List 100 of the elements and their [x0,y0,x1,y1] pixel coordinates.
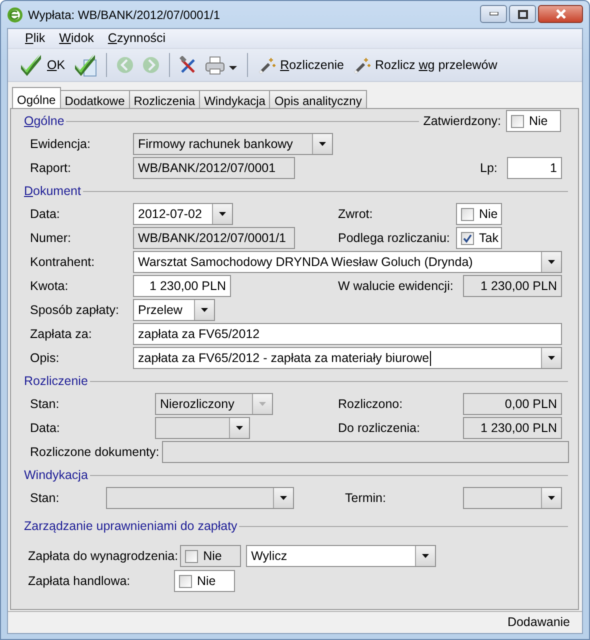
dropdown-field[interactable] [106,487,294,509]
field-label: Rozliczono: [338,396,404,413]
window-title: Wypłata: WB/BANK/2012/07/0001/1 [28,6,220,24]
dropdown-arrow-button[interactable] [541,252,561,272]
caret-icon [318,141,327,147]
field-label: Lp: [480,160,498,177]
caret-icon [218,211,227,217]
dropdown-arrow-button[interactable] [541,348,561,368]
checkbox-label: Nie [203,548,222,565]
field-label: Stan: [30,396,60,413]
caret-icon [279,495,288,501]
text-field[interactable]: WB/BANK/2012/07/0001/1 [133,227,295,249]
dropdown-field[interactable] [155,417,250,439]
field-label: Zwrot: [338,206,374,223]
status-text: Dodawanie [507,614,570,632]
field-label: Zapłata za: [30,326,93,343]
tab[interactable]: Dodatkowe [60,90,130,108]
yes-no-field[interactable]: Nie [174,570,235,592]
text-field[interactable] [162,441,570,463]
dropdown-field[interactable] [463,487,562,509]
text-field[interactable]: 1 230,00 PLN [463,417,562,439]
toolbar-button[interactable]: Rozlicz wg przelewów [375,56,498,74]
menu-item[interactable]: Czynności [100,29,173,48]
minimize-icon [488,12,498,16]
field-label: Sposób zapłaty: [30,302,120,319]
tools-icon[interactable] [179,56,198,74]
menu-item[interactable]: Plik [18,29,52,48]
magic-wand-icon[interactable] [257,56,276,74]
checkbox-label: Nie [529,112,548,130]
dropdown-arrow-button[interactable] [229,418,249,438]
field-label: Podlega rozliczaniu: [338,230,451,247]
yes-no-field[interactable]: Nie [180,545,242,567]
text-field[interactable]: 1 [507,157,562,179]
tab[interactable]: Windykacja [199,90,270,108]
field-label: Numer: [30,230,72,247]
dropdown-field[interactable]: Przelew [133,299,215,321]
field-label: W walucie ewidencji: [338,278,454,295]
field-label: Ewidencja: [30,136,92,153]
section-title: Rozliczenie [23,372,89,390]
minimize-button[interactable] [480,5,507,23]
close-button[interactable] [538,5,583,23]
field-label: Zapłata handlowa: [28,572,132,590]
checkbox-label: Tak [479,230,498,247]
menu-item[interactable]: Widok [52,29,101,48]
dropdown-field[interactable]: Warsztat Samochodowy DRYNDA Wiesław Goluch (Drynda) [133,251,562,273]
field-label: Data: [30,420,61,437]
checkbox[interactable] [461,232,474,244]
dropdown-field[interactable]: zapłata za FV65/2012 - zapłata za materiały biurowe [133,347,562,369]
yes-no-field[interactable]: Nie [456,203,502,225]
toolbar-button[interactable]: Rozliczenie [280,56,344,74]
text-field[interactable]: 1 230,00 PLN [463,275,562,297]
dropdown-field[interactable]: Firmowy rachunek bankowy [133,133,333,155]
section-title: Ogólne [23,112,66,130]
dropdown-arrow-button[interactable] [541,488,561,508]
checkbox-label: Nie [479,206,498,223]
dropdown-field[interactable]: Wylicz [246,545,436,567]
close-icon [554,9,566,19]
text-field[interactable]: 1 230,00 PLN [133,275,231,297]
printer-icon[interactable] [205,56,238,74]
section-title: Zarządzanie uprawnieniami do zapłaty [23,518,238,535]
field-label: Kwota: [30,278,70,295]
section-title: Dokument [23,182,82,200]
field-label: Zatwierdzony: [423,112,501,130]
checkbox[interactable] [179,574,192,588]
text-field[interactable]: WB/BANK/2012/07/0001 [133,157,295,179]
tab[interactable]: Opis analityczny [269,90,367,108]
checkbox[interactable] [511,114,524,128]
maximize-button[interactable] [509,5,536,23]
section-title: Windykacja [23,466,89,484]
checkbox[interactable] [185,550,198,562]
app-icon [7,6,23,22]
yes-no-field[interactable]: Tak [456,227,502,249]
dropdown-field[interactable]: 2012-07-02 [133,203,233,225]
caret-icon [547,355,556,361]
magic-wand-icon[interactable] [352,56,371,74]
field-label: Rozliczone dokumenty: [30,444,160,461]
field-label: Do rozliczenia: [338,420,421,437]
dropdown-arrow-button[interactable] [312,134,332,154]
caret-icon [547,495,556,501]
dropdown-arrow-button[interactable] [212,204,232,224]
caret-icon [258,401,267,407]
field-label: Kontrahent: [30,254,96,271]
yes-no-field[interactable]: Nie [506,110,561,132]
caret-icon [200,307,209,313]
checkmark-icon [463,234,472,242]
checkbox[interactable] [461,208,474,220]
field-label: Opis: [30,350,60,367]
tab[interactable]: Rozliczenia [128,90,200,108]
checkbox-label: Nie [197,572,216,590]
field-label: Raport: [30,160,72,177]
field-label: Stan: [30,490,60,507]
text-field[interactable]: zapłata za FV65/2012 [133,323,562,345]
tab[interactable]: Ogólne [12,87,61,108]
dropdown-arrow-button[interactable] [194,300,214,320]
maximize-icon [518,10,528,18]
dropdown-arrow-button[interactable] [273,488,293,508]
toolbar-button[interactable]: OK [47,56,66,74]
field-label: Zapłata do wynagrodzenia: [28,548,178,565]
dropdown-arrow-button[interactable] [415,546,436,566]
text-field[interactable]: 0,00 PLN [463,393,562,415]
